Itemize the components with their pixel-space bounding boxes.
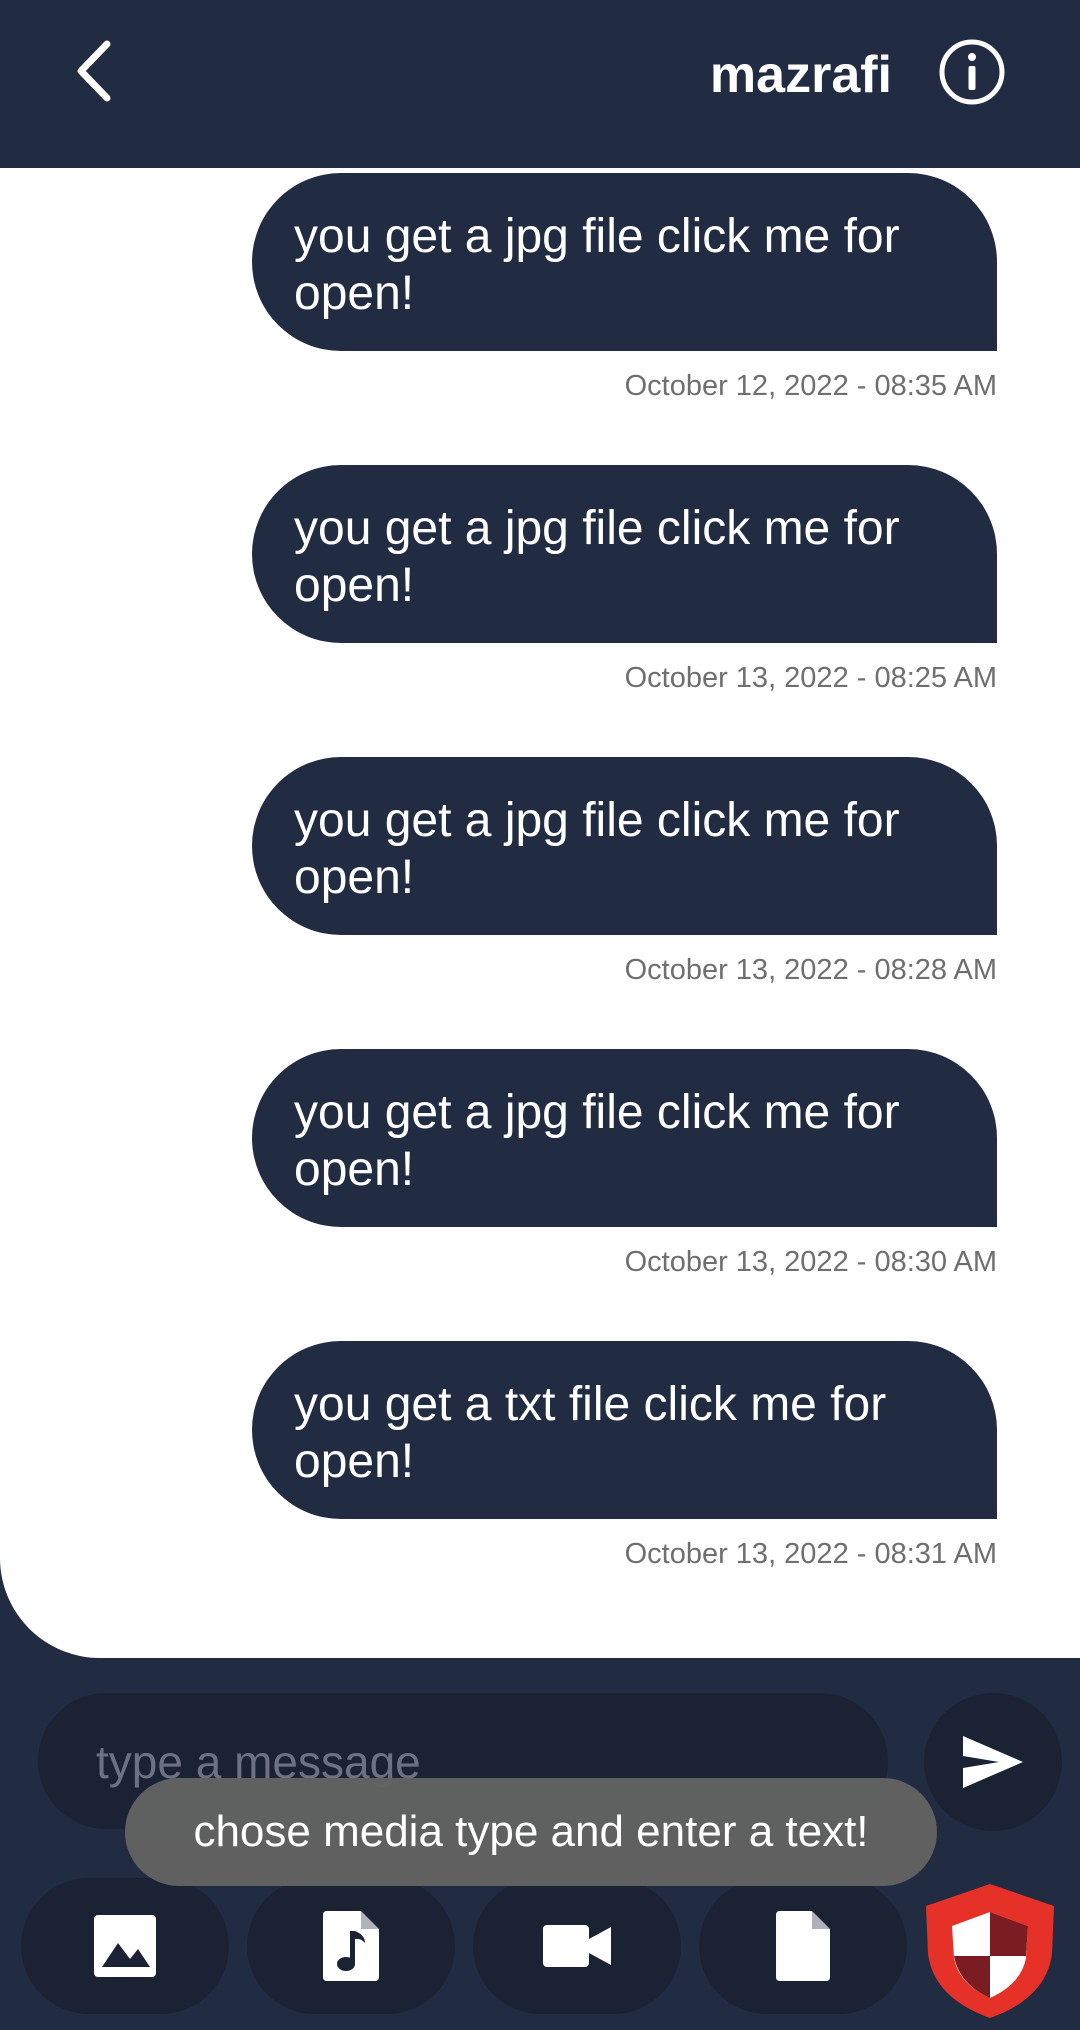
document-icon (776, 1911, 830, 1981)
message-timestamp: October 13, 2022 - 08:30 AM (624, 1246, 997, 1278)
video-camera-icon (543, 1925, 611, 1967)
video-media-button[interactable] (473, 1878, 681, 2014)
message-timestamp: October 12, 2022 - 08:35 AM (624, 370, 997, 402)
message-bubble[interactable]: you get a jpg file click me for open! (252, 757, 997, 935)
info-button[interactable] (937, 37, 1007, 107)
message-bubble[interactable]: you get a jpg file click me for open! (252, 465, 997, 643)
toast-message: chose media type and enter a text! (125, 1778, 937, 1886)
app-bar: mazrafi (0, 0, 1080, 168)
message-bubble[interactable]: you get a jpg file click me for open! (252, 173, 997, 351)
document-media-button[interactable] (699, 1878, 907, 2014)
message-item: you get a jpg file click me for open! Oc… (252, 173, 997, 403)
message-timestamp: October 13, 2022 - 08:31 AM (624, 1538, 997, 1570)
message-timestamp: October 13, 2022 - 08:28 AM (624, 954, 997, 986)
send-icon (963, 1736, 1023, 1788)
message-bubble[interactable]: you get a jpg file click me for open! (252, 1049, 997, 1227)
security-badge[interactable] (920, 1880, 1060, 2020)
message-item: you get a jpg file click me for open! Oc… (252, 1049, 997, 1279)
back-button[interactable] (58, 36, 128, 106)
chat-title: mazrafi (709, 46, 892, 104)
message-item: you get a jpg file click me for open! Oc… (252, 465, 997, 695)
message-item: you get a jpg file click me for open! Oc… (252, 757, 997, 987)
message-list[interactable]: you get a jpg file click me for open! Oc… (0, 168, 1080, 1658)
message-item: you get a txt file click me for open! Oc… (252, 1341, 997, 1571)
image-media-button[interactable] (21, 1878, 229, 2014)
info-icon (939, 39, 1005, 105)
audio-media-button[interactable] (247, 1878, 455, 2014)
send-button[interactable] (924, 1693, 1062, 1831)
shield-icon (926, 1884, 1054, 2018)
image-icon (94, 1915, 156, 1977)
message-bubble[interactable]: you get a txt file click me for open! (252, 1341, 997, 1519)
message-timestamp: October 13, 2022 - 08:25 AM (624, 662, 997, 694)
chevron-left-icon (77, 40, 111, 102)
music-file-icon (323, 1911, 379, 1981)
